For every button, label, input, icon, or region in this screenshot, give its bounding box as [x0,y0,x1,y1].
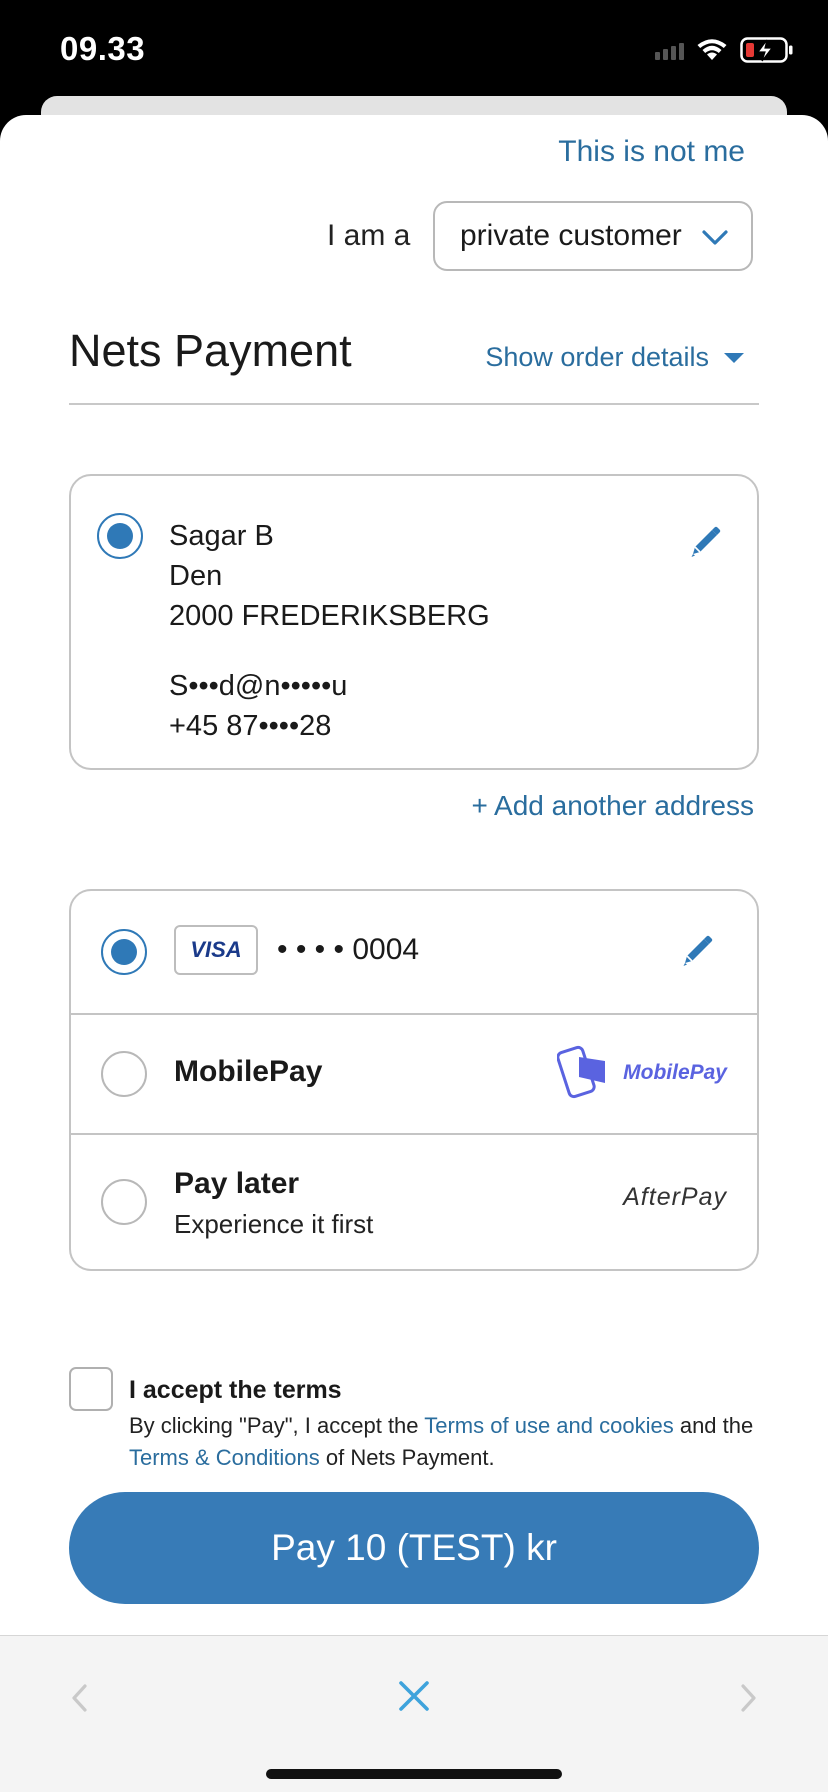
card-radio[interactable] [101,929,147,975]
address-card[interactable]: Sagar B Den 2000 FREDERIKSBERG S•••d@n••… [69,474,759,770]
terms-text-3: of Nets Payment. [319,1445,495,1470]
close-icon[interactable] [396,1678,432,1714]
add-address-link[interactable]: + Add another address [471,790,754,822]
paylater-radio[interactable] [101,1179,147,1225]
status-time: 09.33 [60,30,146,67]
payment-method-paylater[interactable]: Pay later Experience it first AfterPay [71,1133,757,1273]
address-radio[interactable] [97,513,143,559]
paylater-sublabel: Experience it first [174,1209,374,1239]
chevron-down-icon [702,230,728,245]
home-indicator [266,1769,562,1779]
not-me-link[interactable]: This is not me [558,135,745,169]
pay-button[interactable]: Pay 10 (TEST) kr [69,1492,759,1604]
signal-icon [655,40,684,60]
address-line2: Den [169,560,223,592]
divider [69,403,759,405]
page-title: Nets Payment [69,325,352,376]
mobilepay-label: MobilePay [174,1055,323,1088]
mobilepay-logo: MobilePay [557,1043,727,1103]
caret-down-icon [724,352,744,363]
mobilepay-logo-text: MobilePay [623,1061,727,1084]
customer-type-select[interactable]: private customer [433,201,753,271]
order-details-label: Show order details [485,342,709,372]
address-contact: S•••d@n•••••u +45 87••••28 [169,666,347,746]
pencil-icon[interactable] [687,524,723,560]
mobilepay-icon [557,1045,606,1099]
mobilepay-radio[interactable] [101,1051,147,1097]
payment-method-card[interactable]: VISA • • • • 0004 [71,891,757,1013]
payment-methods-card: VISA • • • • 0004 MobilePay MobilePay Pa… [69,889,759,1271]
terms-of-use-link[interactable]: Terms of use and cookies [424,1413,673,1438]
paylater-label: Pay later [174,1167,300,1200]
payment-method-mobilepay[interactable]: MobilePay MobilePay [71,1013,757,1133]
status-bar: 09.33 [0,0,828,96]
address-lines: Sagar B Den 2000 FREDERIKSBERG [169,516,490,636]
wifi-icon [697,39,727,60]
customer-type-label: I am a [327,219,411,252]
show-order-details-link[interactable]: Show order details [485,342,745,373]
card-masked-number: • • • • 0004 [277,933,420,966]
terms-conditions-link[interactable]: Terms & Conditions [129,1445,320,1470]
visa-logo: VISA [174,925,258,975]
terms-title: I accept the terms [129,1376,342,1404]
address-email: S•••d@n•••••u [169,670,348,702]
customer-type-value: private customer [460,219,682,252]
terms-text-2: and the [673,1413,754,1438]
afterpay-logo: AfterPay [623,1183,727,1211]
terms-text: By clicking "Pay", I accept the Terms of… [129,1410,779,1474]
address-name: Sagar B [169,520,274,552]
pencil-icon[interactable] [679,933,715,969]
address-city: 2000 FREDERIKSBERG [169,600,490,632]
terms-text-1: By clicking "Pay", I accept the [129,1413,425,1438]
forward-icon[interactable] [738,1680,760,1716]
back-icon[interactable] [68,1680,90,1716]
status-icons [655,34,794,66]
browser-toolbar [0,1635,828,1792]
address-phone: +45 87••••28 [169,710,332,742]
battery-icon [740,37,793,63]
payment-sheet: This is not me I am a private customer N… [0,115,828,1635]
terms-checkbox[interactable] [69,1367,113,1411]
